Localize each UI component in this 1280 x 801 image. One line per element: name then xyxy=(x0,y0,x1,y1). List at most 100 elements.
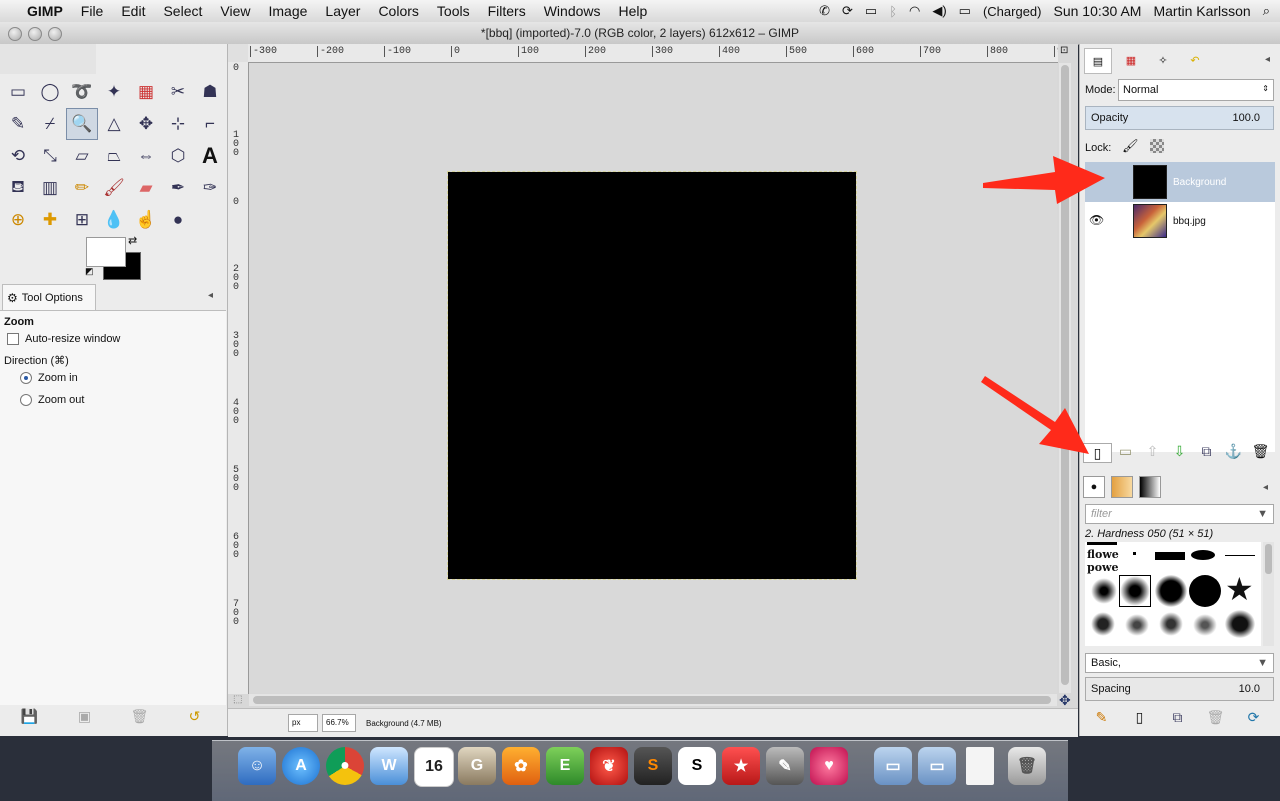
brush-text-flowers[interactable]: flowe xyxy=(1087,548,1119,561)
menu-filters[interactable]: Filters xyxy=(479,0,535,22)
foreground-select-tool-icon[interactable]: ☗ xyxy=(194,76,226,108)
duplicate-brush-icon[interactable]: ⧉ xyxy=(1164,709,1191,726)
text-tool-icon[interactable]: A xyxy=(194,140,226,172)
edit-brush-icon[interactable]: ✎ xyxy=(1088,709,1115,726)
color-select-tool-icon[interactable]: ▦ xyxy=(130,76,162,108)
zoom-out-option[interactable]: Zoom out xyxy=(20,394,84,407)
brush-pixel[interactable] xyxy=(1133,552,1136,555)
heal-tool-icon[interactable]: ✚ xyxy=(34,204,66,236)
minimize-window-button[interactable] xyxy=(28,27,42,41)
align-tool-icon[interactable]: ⊹ xyxy=(162,108,194,140)
brush-splatter-2[interactable] xyxy=(1125,614,1149,636)
navigate-icon[interactable]: ✥ xyxy=(1059,692,1071,709)
auto-resize-option[interactable]: Auto-resize window xyxy=(7,333,120,346)
brush-splatter-4[interactable] xyxy=(1193,614,1217,636)
evernote-icon[interactable]: E xyxy=(546,747,584,785)
zoom-image-toggle-icon[interactable]: ⊡ xyxy=(1060,45,1068,56)
sublime-text-icon[interactable]: S xyxy=(634,747,672,785)
tool-options-tab[interactable]: ⚙ Tool Options xyxy=(2,284,96,310)
app-store-icon[interactable]: A xyxy=(282,747,320,785)
user-name[interactable]: Martin Karlsson xyxy=(1147,3,1256,19)
blur-tool-icon[interactable]: 💧 xyxy=(98,204,130,236)
zoom-window-button[interactable] xyxy=(48,27,62,41)
scrivener-icon[interactable]: S xyxy=(678,747,716,785)
zoom-in-option[interactable]: Zoom in xyxy=(20,372,78,385)
clone-tool-icon[interactable]: ⊕ xyxy=(2,204,34,236)
brush-hardness-075[interactable] xyxy=(1155,575,1187,607)
scale-tool-icon[interactable]: ⤡ xyxy=(34,140,66,172)
move-tool-icon[interactable]: ✥ xyxy=(130,108,162,140)
brushes-menu-icon[interactable]: ◂ xyxy=(1263,482,1268,493)
crop-tool-icon[interactable]: ⌐ xyxy=(194,108,226,140)
free-select-tool-icon[interactable]: ➰ xyxy=(66,76,98,108)
trash-icon[interactable]: 🗑 xyxy=(1008,747,1046,785)
zoom-out-radio[interactable] xyxy=(20,394,32,407)
document-icon[interactable] xyxy=(966,747,994,785)
layer-name-background[interactable]: Background xyxy=(1173,177,1226,188)
ellipse-select-tool-icon[interactable]: ◯ xyxy=(34,76,66,108)
menu-colors[interactable]: Colors xyxy=(369,0,427,22)
layer-row-bbq[interactable]: 👁 bbq.jpg xyxy=(1085,201,1275,241)
layer-row-background[interactable]: Background xyxy=(1085,162,1275,202)
brush-ellipse[interactable] xyxy=(1191,550,1215,560)
smudge-tool-icon[interactable]: ☝ xyxy=(130,204,162,236)
brush-hardness-050-selected[interactable] xyxy=(1119,575,1151,607)
paintbrush-tool-icon[interactable]: 🖌 xyxy=(98,172,130,204)
display-icon[interactable]: ▭ xyxy=(859,3,883,19)
zoom-tool-icon[interactable]: 🔍 xyxy=(66,108,98,140)
phone-icon[interactable]: ✆ xyxy=(813,3,836,19)
raise-layer-icon[interactable]: ⇧ xyxy=(1139,443,1166,463)
quick-mask-icon[interactable]: ⬚ xyxy=(233,694,242,705)
patterns-tab-icon[interactable] xyxy=(1111,476,1133,498)
wilber-drop-area[interactable] xyxy=(0,44,96,74)
paths-tab-icon[interactable]: ✧ xyxy=(1150,48,1176,72)
wunderkit-icon[interactable]: ★ xyxy=(722,747,760,785)
brush-block[interactable] xyxy=(1155,552,1185,560)
brush-preset-select[interactable]: Basic, ▼ xyxy=(1085,653,1274,673)
butterfly-app-icon[interactable]: ✿ xyxy=(502,747,540,785)
mode-select[interactable]: Normal ⇕ xyxy=(1118,79,1274,101)
scissors-tool-icon[interactable]: ✂ xyxy=(162,76,194,108)
ink-tool-icon[interactable]: ✑ xyxy=(194,172,226,204)
brush-filter-input[interactable]: filter ▼ xyxy=(1085,504,1274,524)
wunderlist-icon[interactable]: W xyxy=(370,747,408,785)
dodge-burn-tool-icon[interactable]: ● xyxy=(162,204,194,236)
wifi-icon[interactable]: ◠ xyxy=(903,3,926,19)
brush-splatter-1[interactable] xyxy=(1091,612,1115,636)
foreground-color[interactable] xyxy=(86,237,126,267)
brush-line[interactable] xyxy=(1087,542,1117,545)
brush-text-power[interactable]: powe xyxy=(1087,561,1119,574)
lock-alpha-icon[interactable] xyxy=(1150,139,1164,153)
delete-layer-icon[interactable]: 🗑 xyxy=(1247,443,1274,463)
horizontal-scroll-thumb[interactable] xyxy=(253,696,1051,704)
duplicate-layer-icon[interactable]: ⧉ xyxy=(1193,443,1220,463)
quick-mask-corner[interactable] xyxy=(228,44,248,62)
strawberry-app-icon[interactable]: ❦ xyxy=(590,747,628,785)
brush-splatter-5[interactable] xyxy=(1225,610,1255,638)
brush-soft-small[interactable] xyxy=(1091,578,1117,604)
sync-icon[interactable]: ⟳ xyxy=(836,3,859,19)
zoom-select[interactable]: 66.7% xyxy=(322,714,356,732)
delete-options-icon[interactable]: 🗑 xyxy=(126,708,153,725)
paths-tool-icon[interactable]: ✎ xyxy=(2,108,34,140)
app-menu[interactable]: GIMP xyxy=(18,0,72,22)
measure-tool-icon[interactable]: △ xyxy=(98,108,130,140)
default-colors-icon[interactable]: ◩ xyxy=(85,266,95,276)
refresh-brushes-icon[interactable]: ⟳ xyxy=(1240,709,1267,726)
new-brush-icon[interactable]: ▯ xyxy=(1126,709,1153,726)
delete-brush-icon[interactable]: 🗑 xyxy=(1202,709,1229,726)
heart-app-icon[interactable]: ♥ xyxy=(810,747,848,785)
bucket-fill-tool-icon[interactable]: ⛾ xyxy=(2,172,34,204)
clock[interactable]: Sun 10:30 AM xyxy=(1048,3,1148,19)
battery-status[interactable]: (Charged) xyxy=(977,4,1048,19)
brush-scrollbar[interactable] xyxy=(1263,542,1274,646)
channels-tab-icon[interactable]: ▦ xyxy=(1118,48,1144,72)
visibility-eye-icon[interactable]: 👁 xyxy=(1089,213,1104,227)
menu-file[interactable]: File xyxy=(72,0,113,22)
flip-tool-icon[interactable]: ⇔ xyxy=(130,140,162,172)
gimp-dock-icon[interactable]: G xyxy=(458,747,496,785)
brushes-tab-icon[interactable]: ● xyxy=(1083,476,1105,498)
restore-options-icon[interactable]: ▣ xyxy=(71,708,98,725)
finder-icon[interactable]: ☺ xyxy=(238,747,276,785)
unit-select[interactable]: px xyxy=(288,714,318,732)
